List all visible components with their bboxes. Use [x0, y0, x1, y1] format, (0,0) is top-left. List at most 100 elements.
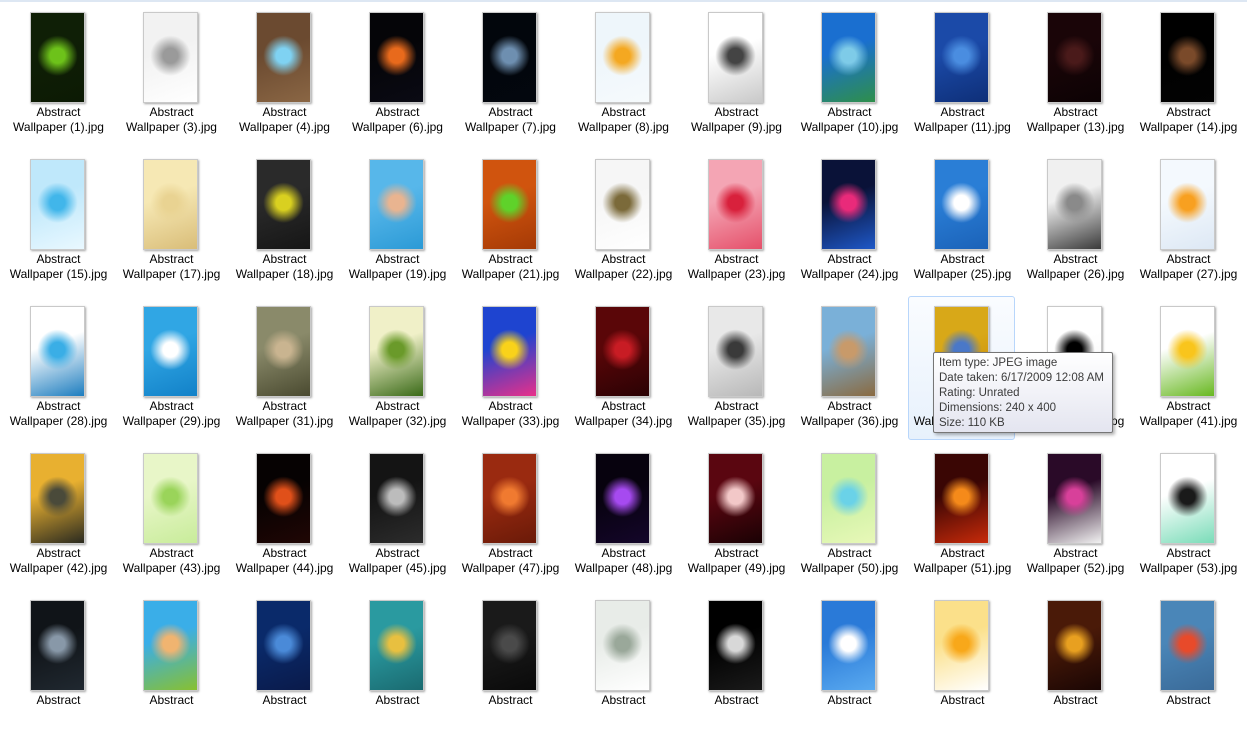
file-item[interactable]: Abstract Wallpaper (27).jpg	[1134, 149, 1241, 293]
file-name-line-1: Abstract	[488, 546, 533, 560]
file-name-line-1: Abstract	[262, 546, 307, 560]
file-name-line-2: Wallpaper (29).jpg	[122, 414, 221, 428]
file-item[interactable]: Abstract	[682, 590, 789, 734]
file-item[interactable]: Abstract Wallpaper (9).jpg	[682, 2, 789, 146]
file-item[interactable]: Abstract Wallpaper (25).jpg	[908, 149, 1015, 293]
file-thumbnail	[934, 453, 989, 544]
file-thumbnail	[256, 159, 311, 250]
file-thumbnail	[1047, 453, 1102, 544]
file-item[interactable]: Abstract Wallpaper (45).jpg	[343, 443, 450, 587]
file-name-line-2: Wallpaper (6).jpg	[352, 120, 443, 134]
file-item[interactable]: Abstract Wallpaper (24).jpg	[795, 149, 902, 293]
file-item[interactable]: Abstract Wallpaper (26).jpg	[1021, 149, 1128, 293]
file-thumbnail	[821, 600, 876, 691]
file-item[interactable]: Abstract	[1021, 590, 1128, 734]
file-item[interactable]: Abstract Wallpaper (8).jpg	[569, 2, 676, 146]
file-name-line-1: Abstract	[36, 252, 81, 266]
file-item[interactable]: Abstract Wallpaper (6).jpg	[343, 2, 450, 146]
file-thumbnail	[821, 453, 876, 544]
file-item[interactable]: Abstract Wallpaper (52).jpg	[1021, 443, 1128, 587]
file-item[interactable]: Abstract Wallpaper (32).jpg	[343, 296, 450, 440]
file-name-line-2: Wallpaper (18).jpg	[235, 267, 334, 281]
file-item[interactable]: Abstract	[1134, 590, 1241, 734]
file-name-line-1: Abstract	[1053, 105, 1098, 119]
file-item[interactable]: Abstract	[908, 590, 1015, 734]
file-name-line-1: Abstract	[1166, 693, 1211, 707]
file-item[interactable]: Abstract Wallpaper (50).jpg	[795, 443, 902, 587]
file-item[interactable]: Abstract Wallpaper (34).jpg	[569, 296, 676, 440]
file-name-line-2: Wallpaper (34).jpg	[574, 414, 673, 428]
file-item[interactable]: Abstract Wallpaper (7).jpg	[456, 2, 563, 146]
file-item[interactable]: Abstract Wallpaper (48).jpg	[569, 443, 676, 587]
file-name-line-1: Abstract	[262, 693, 307, 707]
file-name-line-1: Abstract	[36, 399, 81, 413]
file-thumbnail	[708, 453, 763, 544]
file-item[interactable]: Abstract Wallpaper (15).jpg	[4, 149, 111, 293]
file-thumbnail	[482, 600, 537, 691]
file-thumbnail	[143, 453, 198, 544]
file-item[interactable]: Abstract	[4, 590, 111, 734]
file-name-line-1: Abstract	[488, 252, 533, 266]
file-item[interactable]: Abstract Wallpaper (10).jpg	[795, 2, 902, 146]
file-item[interactable]: Abstract Wallpaper (21).jpg	[456, 149, 563, 293]
file-item[interactable]: Abstract Wallpaper (44).jpg	[230, 443, 337, 587]
file-name-line-1: Abstract	[375, 105, 420, 119]
file-item[interactable]: Abstract Wallpaper (53).jpg	[1134, 443, 1241, 587]
file-thumbnail	[143, 12, 198, 103]
file-thumbnail	[30, 159, 85, 250]
file-name-line-1: Abstract	[36, 693, 81, 707]
file-item[interactable]: Abstract Wallpaper (33).jpg	[456, 296, 563, 440]
file-name-line-1: Abstract	[1166, 252, 1211, 266]
file-item[interactable]: Abstract Wallpaper (51).jpg	[908, 443, 1015, 587]
file-name-line-1: Abstract	[601, 105, 646, 119]
file-item[interactable]: Abstract Wallpaper (29).jpg	[117, 296, 224, 440]
file-thumbnail	[595, 159, 650, 250]
file-item[interactable]: Abstract Wallpaper (49).jpg	[682, 443, 789, 587]
file-item[interactable]: Abstract Wallpaper (1).jpg	[4, 2, 111, 146]
file-item[interactable]: Abstract Wallpaper (41).jpg	[1134, 296, 1241, 440]
file-item[interactable]: Abstract	[117, 590, 224, 734]
file-name-line-1: Abstract	[601, 252, 646, 266]
file-item[interactable]: Abstract	[230, 590, 337, 734]
file-item[interactable]: Abstract Wallpaper (47).jpg	[456, 443, 563, 587]
file-item[interactable]: Abstract Wallpaper (36).jpg	[795, 296, 902, 440]
file-item[interactable]: Abstract Wallpaper (23).jpg	[682, 149, 789, 293]
file-item[interactable]: Abstract Wallpaper (35).jpg	[682, 296, 789, 440]
file-item[interactable]: Abstract Wallpaper (14).jpg	[1134, 2, 1241, 146]
file-item[interactable]: Abstract Wallpaper (13).jpg	[1021, 2, 1128, 146]
file-name-line-2: Wallpaper (45).jpg	[348, 561, 447, 575]
file-name-line-2: Wallpaper (9).jpg	[691, 120, 782, 134]
file-name-line-1: Abstract	[375, 399, 420, 413]
file-item[interactable]: Abstract Wallpaper (17).jpg	[117, 149, 224, 293]
file-item[interactable]: Abstract Wallpaper (11).jpg	[908, 2, 1015, 146]
file-name-line-1: Abstract	[36, 105, 81, 119]
file-name-line-1: Abstract	[375, 693, 420, 707]
file-item[interactable]: Abstract Wallpaper (42).jpg	[4, 443, 111, 587]
file-item[interactable]: Abstract	[456, 590, 563, 734]
tooltip-item-type: Item type: JPEG image	[939, 357, 1058, 369]
file-name-line-1: Abstract	[149, 105, 194, 119]
file-item[interactable]: Abstract Wallpaper (28).jpg	[4, 296, 111, 440]
file-name-line-1: Abstract	[149, 399, 194, 413]
file-name-line-1: Abstract	[827, 105, 872, 119]
file-item[interactable]: Abstract Wallpaper (22).jpg	[569, 149, 676, 293]
file-item[interactable]: Abstract Wallpaper (3).jpg	[117, 2, 224, 146]
file-thumbnail	[934, 12, 989, 103]
file-item[interactable]: Abstract Wallpaper (19).jpg	[343, 149, 450, 293]
file-name-line-2: Wallpaper (36).jpg	[800, 414, 899, 428]
file-item[interactable]: Abstract	[343, 590, 450, 734]
file-thumbnail	[256, 453, 311, 544]
file-name-line-2: Wallpaper (42).jpg	[9, 561, 108, 575]
file-item[interactable]: Abstract	[795, 590, 902, 734]
file-name-line-1: Abstract	[488, 399, 533, 413]
file-thumbnail	[595, 306, 650, 397]
file-name-line-1: Abstract	[149, 693, 194, 707]
file-item[interactable]: Abstract Wallpaper (43).jpg	[117, 443, 224, 587]
file-item[interactable]: Abstract Wallpaper (18).jpg	[230, 149, 337, 293]
file-item[interactable]: Abstract Wallpaper (31).jpg	[230, 296, 337, 440]
file-item[interactable]: Abstract	[569, 590, 676, 734]
file-name-line-2: Wallpaper (1).jpg	[13, 120, 104, 134]
file-name-line-1: Abstract	[262, 105, 307, 119]
file-item[interactable]: Abstract Wallpaper (4).jpg	[230, 2, 337, 146]
file-name-line-1: Abstract	[940, 105, 985, 119]
